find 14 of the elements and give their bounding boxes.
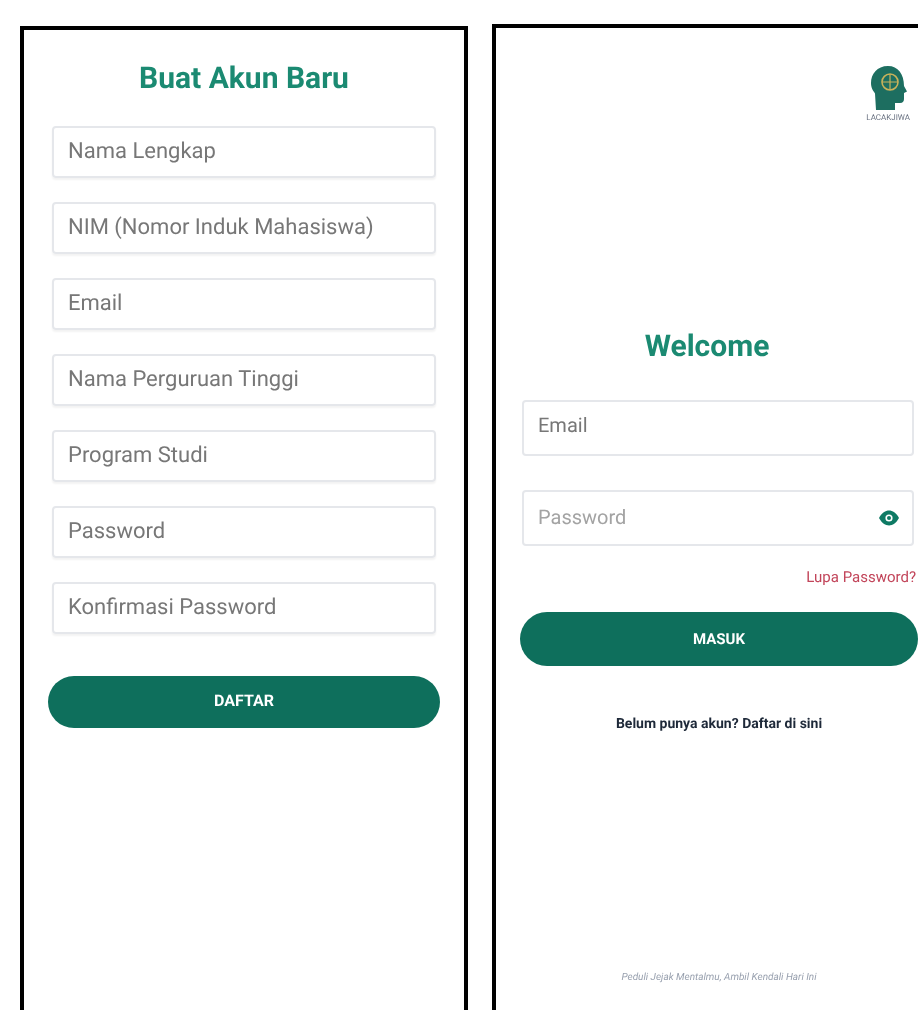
eye-icon[interactable] xyxy=(878,509,900,525)
text-field[interactable]: Konfirmasi Password xyxy=(52,581,436,633)
text-field[interactable]: Nama Lengkap xyxy=(52,125,436,177)
email-field[interactable]: Email xyxy=(522,399,914,455)
text-field[interactable]: Password xyxy=(52,505,436,557)
text-field[interactable]: Nama Perguruan Tinggi xyxy=(52,353,436,405)
password-field[interactable]: Password xyxy=(522,490,914,546)
head-logo-icon xyxy=(868,64,909,112)
form-title: Buat Akun Baru xyxy=(139,58,349,100)
register-button[interactable]: DAFTAR xyxy=(48,675,440,727)
welcome-title: Welcome xyxy=(644,326,770,368)
text-field[interactable]: NIM (Nomor Induk Mahasiswa) xyxy=(52,201,436,253)
text-field[interactable]: Email xyxy=(52,277,436,329)
text-field[interactable]: Program Studi xyxy=(52,429,436,481)
